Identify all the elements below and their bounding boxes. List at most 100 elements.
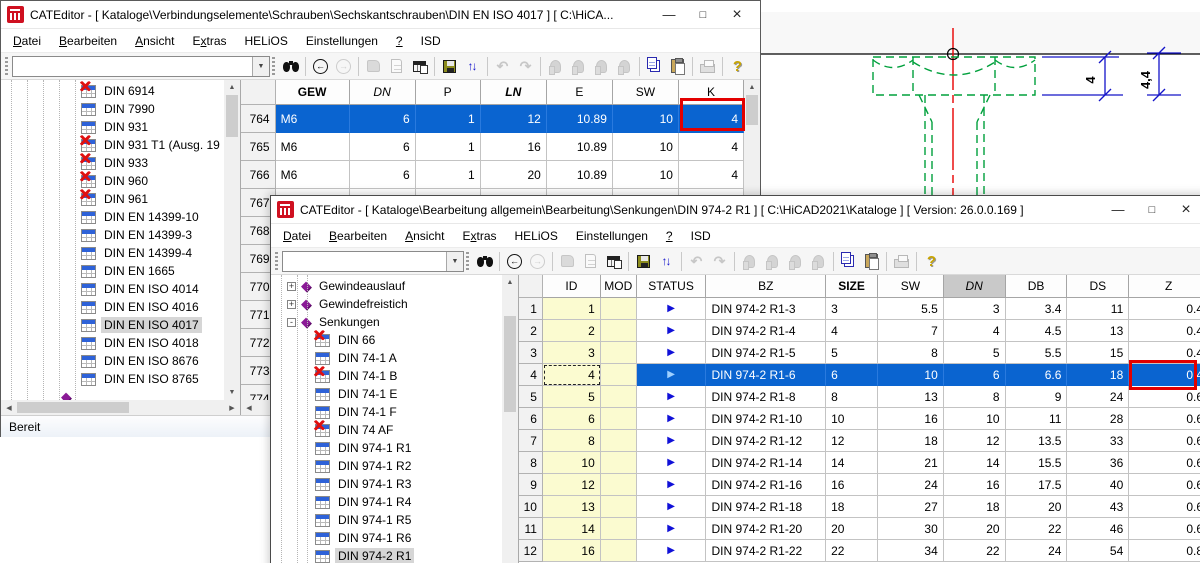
column-header-ln[interactable]: LN — [481, 80, 547, 105]
table-row[interactable]: 1216▶DIN 974-2 R1-2222342224540.8 — [519, 540, 1200, 562]
row-number[interactable]: 1 — [519, 298, 543, 320]
search-binoculars-icon[interactable] — [279, 55, 302, 78]
row-number[interactable]: 3 — [519, 342, 543, 364]
cell-dn[interactable]: 10 — [944, 408, 1006, 430]
cell-ds[interactable]: 15 — [1067, 342, 1129, 364]
column-header-status[interactable]: STATUS — [637, 275, 707, 298]
cell-z[interactable]: 0.4 — [1129, 298, 1200, 320]
cell-dn[interactable]: 4 — [944, 320, 1006, 342]
cell-id[interactable]: 12 — [543, 474, 601, 496]
cell[interactable]: 10 — [613, 161, 679, 189]
cell-bz[interactable]: DIN 974-2 R1-20 — [706, 518, 826, 540]
load-table-icon[interactable] — [602, 250, 625, 273]
cell-size[interactable]: 8 — [826, 386, 878, 408]
tree-item-din-6914[interactable]: DIN 6914 — [1, 82, 224, 100]
copy-icon[interactable] — [837, 250, 860, 273]
scroll-thumb[interactable] — [226, 95, 238, 137]
cell[interactable]: 6 — [350, 133, 416, 161]
cell[interactable]: 4 — [679, 161, 744, 189]
cell-dn[interactable]: 16 — [944, 474, 1006, 496]
cell[interactable]: 4 — [679, 133, 744, 161]
menu-item-bearbeiten[interactable]: Bearbeiten — [51, 31, 125, 51]
tree-item-din-66[interactable]: DIN 66 — [271, 331, 502, 349]
cell-bz[interactable]: DIN 974-2 R1-22 — [706, 540, 826, 562]
cell-mod[interactable] — [601, 342, 637, 364]
menu-item-ansicht[interactable]: Ansicht — [397, 226, 452, 246]
row-number[interactable]: 5 — [519, 386, 543, 408]
cell-size[interactable]: 6 — [826, 364, 878, 386]
help-icon[interactable]: ? — [920, 250, 943, 273]
navigate-back-icon[interactable]: ← — [503, 250, 526, 273]
cell-sw[interactable]: 13 — [878, 386, 944, 408]
scroll-left-icon[interactable]: ◀ — [1, 400, 17, 415]
cell-id[interactable]: 4 — [543, 364, 601, 386]
cell-id[interactable]: 16 — [543, 540, 601, 562]
column-header-bz[interactable]: BZ — [706, 275, 826, 298]
cell-z[interactable]: 0.6 — [1129, 452, 1200, 474]
cell[interactable]: 10 — [613, 133, 679, 161]
cell[interactable]: 1 — [416, 161, 481, 189]
cell-mod[interactable] — [601, 364, 637, 386]
cell-sw[interactable]: 18 — [878, 430, 944, 452]
scroll-thumb[interactable] — [746, 95, 758, 125]
cell-mod[interactable] — [601, 452, 637, 474]
column-header-mod[interactable]: MOD — [601, 275, 637, 298]
cell-ds[interactable]: 36 — [1067, 452, 1129, 474]
cell-dn[interactable]: 20 — [944, 518, 1006, 540]
maximize-button[interactable]: □ — [1135, 198, 1169, 222]
cell-status[interactable]: ▶ — [637, 342, 707, 364]
tree-vertical-scrollbar[interactable]: ▲ ▼ — [224, 80, 240, 400]
tree-item-din-960[interactable]: DIN 960 — [1, 172, 224, 190]
cell[interactable]: M6 — [276, 105, 350, 133]
menu-item-extras[interactable]: Extras — [184, 31, 234, 51]
tree-vertical-scrollbar[interactable]: ▲ — [502, 275, 518, 563]
paste-icon[interactable] — [860, 250, 883, 273]
table-row[interactable]: 766M6612010.89104 — [241, 161, 744, 189]
tree-item-din-en-14399-3[interactable]: DIN EN 14399-3 — [1, 226, 224, 244]
menu-item-bearbeiten[interactable]: Bearbeiten — [321, 226, 395, 246]
cell-db[interactable]: 5.5 — [1006, 342, 1068, 364]
table-row[interactable]: 44▶DIN 974-2 R1-661066.6180.4 — [519, 364, 1200, 386]
cell-mod[interactable] — [601, 408, 637, 430]
close-button[interactable]: × — [720, 3, 754, 27]
cell-db[interactable]: 3.4 — [1006, 298, 1068, 320]
scroll-right-icon[interactable]: ▶ — [224, 400, 240, 415]
cell-db[interactable]: 11 — [1006, 408, 1068, 430]
cell-sw[interactable]: 27 — [878, 496, 944, 518]
cell-z[interactable]: 0.6 — [1129, 496, 1200, 518]
scroll-up-icon[interactable]: ▲ — [224, 80, 240, 95]
cell-bz[interactable]: DIN 974-2 R1-3 — [706, 298, 826, 320]
tree-horizontal-scrollbar[interactable]: ◀ ▶ — [1, 400, 240, 415]
cell-size[interactable]: 5 — [826, 342, 878, 364]
cell-z[interactable]: 0.6 — [1129, 430, 1200, 452]
cell-id[interactable]: 10 — [543, 452, 601, 474]
tree-item-help[interactable]: ◆ — [1, 388, 224, 400]
table-row[interactable]: 11▶DIN 974-2 R1-335.533.4110.4 — [519, 298, 1200, 320]
menu-item-helios[interactable]: HELiOS — [237, 31, 296, 51]
minimize-button[interactable]: — — [652, 3, 686, 27]
table-row[interactable]: 912▶DIN 974-2 R1-1616241617.5400.6 — [519, 474, 1200, 496]
cell-sw[interactable]: 21 — [878, 452, 944, 474]
cell-db[interactable]: 13.5 — [1006, 430, 1068, 452]
row-number[interactable]: 7 — [519, 430, 543, 452]
cell[interactable]: 10 — [613, 105, 679, 133]
cell[interactable]: M6 — [276, 133, 350, 161]
column-header-id[interactable]: ID — [543, 275, 601, 298]
cell-mod[interactable] — [601, 496, 637, 518]
scroll-down-icon[interactable]: ▼ — [224, 385, 240, 400]
minimize-button[interactable]: — — [1101, 198, 1135, 222]
tree-item-din-974-2-r1[interactable]: DIN 974-2 R1 — [271, 547, 502, 563]
cell[interactable]: 10.89 — [547, 161, 613, 189]
table-row[interactable]: 78▶DIN 974-2 R1-1212181213.5330.6 — [519, 430, 1200, 452]
cell[interactable]: 10.89 — [547, 133, 613, 161]
cell-id[interactable]: 2 — [543, 320, 601, 342]
cell-bz[interactable]: DIN 974-2 R1-18 — [706, 496, 826, 518]
menu-item-isd[interactable]: ISD — [683, 226, 719, 246]
menu-item-einstellungen[interactable]: Einstellungen — [298, 31, 386, 51]
cell[interactable]: 20 — [481, 161, 547, 189]
cell-sw[interactable]: 16 — [878, 408, 944, 430]
tree-item-din-974-1-r6[interactable]: DIN 974-1 R6 — [271, 529, 502, 547]
cell-size[interactable]: 20 — [826, 518, 878, 540]
row-number[interactable]: 12 — [519, 540, 543, 562]
tree-item-din-en-14399-4[interactable]: DIN EN 14399-4 — [1, 244, 224, 262]
